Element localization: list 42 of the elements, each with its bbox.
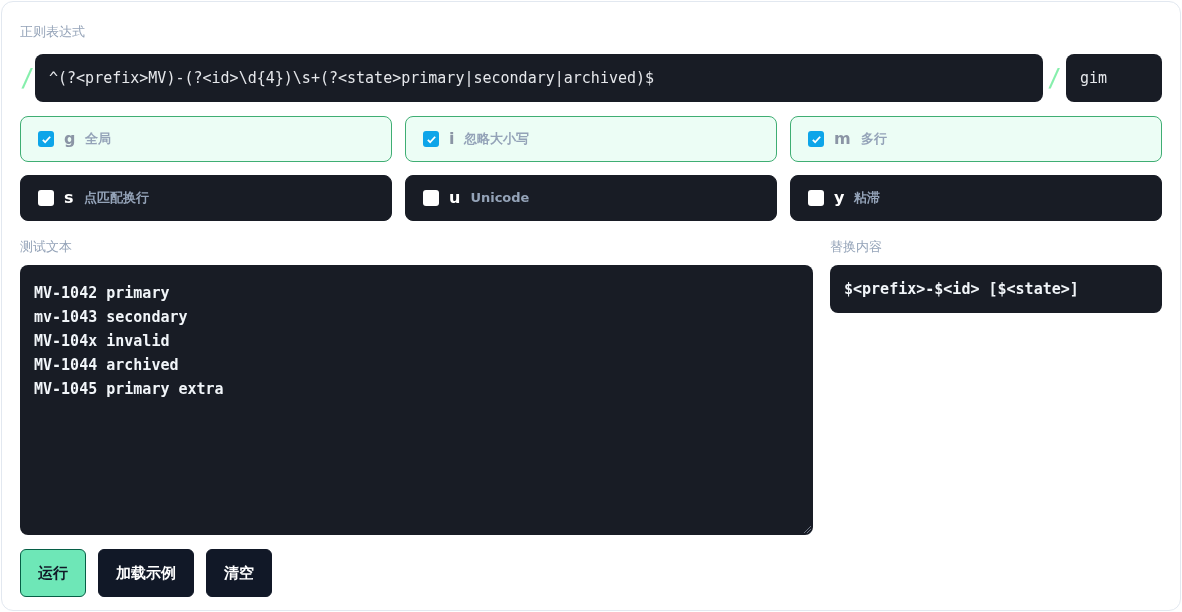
flag-letter: s [64, 187, 74, 209]
checkbox[interactable] [423, 190, 439, 206]
flag-label: Unicode [470, 189, 530, 208]
section-label: 替换内容 [830, 238, 882, 256]
replacement-field[interactable]: $<prefix>-$<id> [$<state>] [830, 265, 1162, 313]
flag-letter: y [834, 187, 845, 209]
checkbox[interactable] [38, 190, 54, 206]
section-label: 测试文本 [20, 238, 72, 256]
text-line: mv-1043 secondary [34, 307, 188, 328]
text-line: MV-1044 archived [34, 355, 179, 376]
flags-field[interactable]: gim [1066, 54, 1162, 102]
check-icon [40, 133, 52, 145]
checkbox[interactable] [38, 131, 54, 147]
action-button[interactable]: 加载示例 [98, 549, 194, 597]
flag-label: 粘滞 [854, 189, 881, 208]
delimiter: / [20, 63, 35, 94]
flag-letter: g [64, 128, 76, 150]
flag-label: 点匹配换行 [83, 189, 149, 208]
flag-option[interactable]: u Unicode [405, 175, 777, 221]
checkbox[interactable] [423, 131, 439, 147]
flag-label: 多行 [860, 130, 887, 149]
action-button[interactable]: 运行 [20, 549, 86, 597]
flag-label: 全局 [85, 130, 112, 149]
text-line: MV-104x invalid [34, 331, 170, 352]
flag-option[interactable]: s 点匹配换行 [20, 175, 392, 221]
text-line: MV-1042 primary [34, 283, 170, 304]
check-icon [810, 133, 822, 145]
checkbox[interactable] [808, 190, 824, 206]
flag-label: 忽略大小写 [464, 130, 530, 149]
flag-letter: u [449, 187, 461, 209]
check-icon [425, 133, 437, 145]
resize-handle-icon[interactable] [803, 525, 812, 534]
section-label: 正则表达式 [20, 23, 85, 41]
regex-field[interactable]: ^(?<prefix>MV)-(?<id>\d{4})\s+(?<state>primary|secondary|archived)$ [35, 54, 1043, 102]
text-line: MV-1045 primary extra [34, 379, 224, 400]
flag-letter: i [449, 128, 455, 150]
checkbox[interactable] [808, 131, 824, 147]
flag-letter: m [834, 128, 851, 150]
flag-option[interactable]: y 粘滞 [790, 175, 1162, 221]
action-button[interactable]: 清空 [206, 549, 272, 597]
test-text-field[interactable]: MV-1042 primary mv-1043 secondary MV-104x invalid MV-1044 archived MV-1045 primary extra [20, 265, 813, 535]
delimiter: / [1046, 63, 1063, 94]
